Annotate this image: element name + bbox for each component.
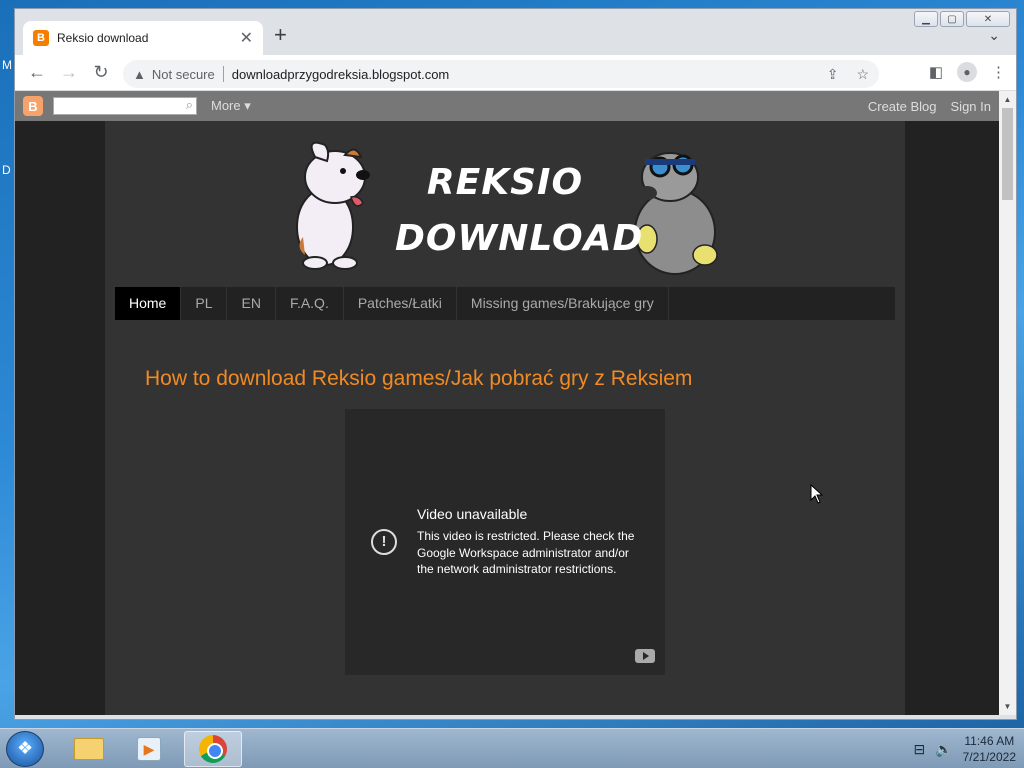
scroll-thumb[interactable] <box>1002 108 1013 200</box>
network-icon[interactable]: ⊟ <box>913 741 925 758</box>
media-player-icon: ▶ <box>137 737 161 761</box>
side-panel-icon[interactable]: ◧ <box>929 63 943 81</box>
browser-window: B Reksio download ✕ + ▁ ▢ ✕ ⌄ ← → ↻ ▲ No… <box>14 8 1017 720</box>
explorer-taskbar-button[interactable] <box>60 731 118 767</box>
blogger-favicon-icon: B <box>33 30 49 46</box>
chrome-icon <box>199 735 227 763</box>
url-separator <box>222 66 224 82</box>
video-error-message: This video is restricted. Please check t… <box>417 529 635 576</box>
window-controls: ▁ ▢ ✕ <box>914 11 1010 27</box>
desktop-text-d: D <box>2 163 11 177</box>
address-bar[interactable]: ▲ Not secure downloadprzygodreksia.blogs… <box>123 60 879 88</box>
clock-date: 7/21/2022 <box>962 750 1016 764</box>
mole-illustration-icon <box>634 152 718 275</box>
menu-kebab-icon[interactable]: ⋮ <box>991 63 1006 81</box>
folder-icon <box>74 738 104 760</box>
blogger-navbar: B ⌕ More ▾ Create Blog Sign In <box>15 91 999 121</box>
chrome-taskbar-button[interactable] <box>184 731 242 767</box>
page-viewport: B ⌕ More ▾ Create Blog Sign In REKSIO DO… <box>15 91 999 715</box>
nav-pl[interactable]: PL <box>181 287 228 320</box>
embedded-video[interactable]: ! Video unavailable This video is restri… <box>345 409 665 675</box>
scroll-up-icon[interactable]: ▲ <box>999 91 1016 108</box>
desktop-text-m: M <box>2 58 12 72</box>
site-logo[interactable]: REKSIO DOWNLOAD <box>395 155 644 267</box>
browser-toolbar: ← → ↻ ▲ Not secure downloadprzygodreksia… <box>15 55 1016 91</box>
nav-missing-games[interactable]: Missing games/Brakujące gry <box>457 287 669 320</box>
taskbar: ▶ ⊟ 🔈 11:46 AM 7/21/2022 <box>0 728 1024 768</box>
blogger-logo-icon[interactable]: B <box>23 96 43 116</box>
nav-en[interactable]: EN <box>227 287 276 320</box>
tab-search-icon[interactable]: ⌄ <box>988 27 1000 44</box>
close-window-button[interactable]: ✕ <box>966 11 1010 27</box>
media-player-taskbar-button[interactable]: ▶ <box>120 731 178 767</box>
start-button[interactable] <box>6 731 44 767</box>
dog-illustration-icon <box>296 141 370 270</box>
share-icon[interactable]: ⇪ <box>827 66 839 83</box>
post-title[interactable]: How to download Reksio games/Jak pobrać … <box>145 367 692 391</box>
search-icon[interactable]: ⌕ <box>186 97 193 113</box>
volume-icon[interactable]: 🔈 <box>935 741 952 758</box>
blogger-links: Create Blog Sign In <box>868 99 991 114</box>
new-tab-button[interactable]: + <box>274 24 287 46</box>
logo-line-2: DOWNLOAD <box>395 218 644 259</box>
scroll-down-icon[interactable]: ▼ <box>999 698 1016 715</box>
nav-home[interactable]: Home <box>115 287 182 320</box>
back-arrow-icon[interactable]: ← <box>21 62 53 83</box>
tab-title: Reksio download <box>57 31 149 45</box>
bookmark-star-icon[interactable]: ☆ <box>856 66 869 83</box>
site-nav-menu: Home PL EN F.A.Q. Patches/Łatki Missing … <box>115 287 895 320</box>
warning-icon[interactable]: ▲ <box>133 67 146 82</box>
nav-patches[interactable]: Patches/Łatki <box>344 287 457 320</box>
video-error-title: Video unavailable <box>417 506 528 522</box>
clock-time: 11:46 AM <box>964 734 1015 748</box>
blog-search-input[interactable]: ⌕ <box>53 97 197 115</box>
tab-close-icon[interactable]: ✕ <box>240 28 253 48</box>
security-label[interactable]: Not secure <box>152 67 215 82</box>
clock[interactable]: 11:46 AM 7/21/2022 <box>963 733 1016 765</box>
nav-faq[interactable]: F.A.Q. <box>276 287 344 320</box>
forward-arrow-icon[interactable]: → <box>53 62 85 83</box>
sign-in-link[interactable]: Sign In <box>951 99 991 114</box>
logo-line-1: REKSIO <box>426 162 584 203</box>
reload-icon[interactable]: ↻ <box>85 62 117 83</box>
mouse-cursor-icon <box>810 484 824 504</box>
vertical-scrollbar[interactable]: ▲ ▼ <box>999 91 1016 715</box>
toolbar-right: ◧ ● ⋮ <box>929 62 1006 82</box>
url-text[interactable]: downloadprzygodreksia.blogspot.com <box>232 67 809 82</box>
maximize-button[interactable]: ▢ <box>940 11 964 27</box>
blog-content: REKSIO DOWNLOAD Home PL EN F.A.Q. Patche… <box>105 121 905 715</box>
error-exclamation-icon: ! <box>371 529 397 555</box>
profile-avatar-icon[interactable]: ● <box>957 62 977 82</box>
more-menu[interactable]: More ▾ <box>211 98 251 114</box>
youtube-logo-icon[interactable] <box>635 649 655 663</box>
system-tray: ⊟ 🔈 11:46 AM 7/21/2022 <box>913 733 1016 765</box>
title-bar: B Reksio download ✕ + ▁ ▢ ✕ ⌄ <box>15 9 1016 55</box>
create-blog-link[interactable]: Create Blog <box>868 99 937 114</box>
minimize-button[interactable]: ▁ <box>914 11 938 27</box>
browser-tab[interactable]: B Reksio download ✕ <box>23 21 263 55</box>
